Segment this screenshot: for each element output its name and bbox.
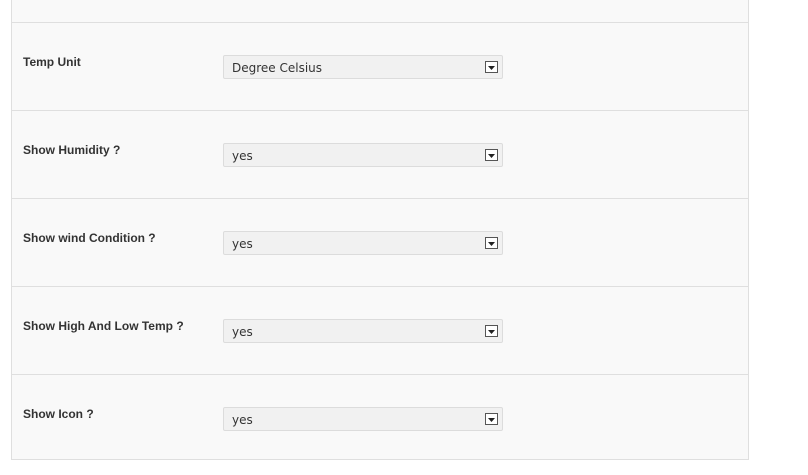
settings-row-show-wind-condition: Show wind Condition ? yes bbox=[12, 198, 748, 286]
temp-unit-label: Temp Unit bbox=[23, 55, 81, 69]
show-humidity-select[interactable]: yes bbox=[223, 143, 503, 167]
chevron-down-icon[interactable] bbox=[485, 237, 498, 249]
show-high-low-temp-label: Show High And Low Temp ? bbox=[23, 319, 184, 333]
show-humidity-value: yes bbox=[232, 149, 253, 163]
chevron-down-icon[interactable] bbox=[485, 413, 498, 425]
settings-panel: Temp Unit Degree Celsius Show Humidity ?… bbox=[11, 0, 749, 460]
show-icon-select[interactable]: yes bbox=[223, 407, 503, 431]
chevron-down-icon[interactable] bbox=[485, 61, 498, 73]
settings-row-show-humidity: Show Humidity ? yes bbox=[12, 110, 748, 198]
show-high-low-temp-select[interactable]: yes bbox=[223, 319, 503, 343]
show-humidity-label: Show Humidity ? bbox=[23, 143, 121, 157]
show-wind-condition-select[interactable]: yes bbox=[223, 231, 503, 255]
settings-row-temp-unit: Temp Unit Degree Celsius bbox=[12, 22, 748, 110]
chevron-down-icon[interactable] bbox=[485, 325, 498, 337]
settings-row-show-high-low-temp: Show High And Low Temp ? yes bbox=[12, 286, 748, 374]
temp-unit-select[interactable]: Degree Celsius bbox=[223, 55, 503, 79]
settings-row-show-icon: Show Icon ? yes bbox=[12, 374, 748, 462]
show-wind-condition-label: Show wind Condition ? bbox=[23, 231, 156, 245]
show-high-low-temp-value: yes bbox=[232, 325, 253, 339]
show-icon-label: Show Icon ? bbox=[23, 407, 94, 421]
temp-unit-value: Degree Celsius bbox=[232, 61, 323, 75]
chevron-down-icon[interactable] bbox=[485, 149, 498, 161]
show-icon-value: yes bbox=[232, 413, 253, 427]
show-wind-condition-value: yes bbox=[232, 237, 253, 251]
